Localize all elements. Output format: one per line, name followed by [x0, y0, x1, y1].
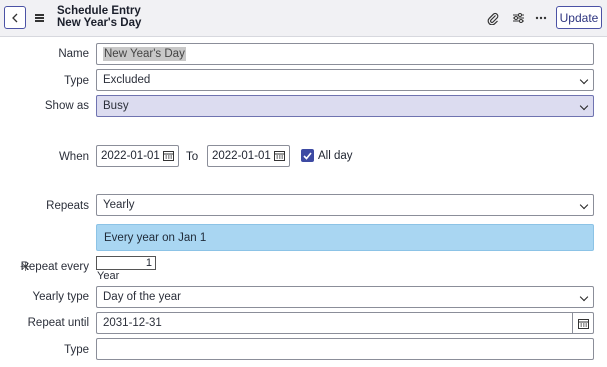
chevron-left-icon	[12, 13, 18, 22]
calendar-icon[interactable]	[274, 150, 285, 161]
title-text: Schedule Entry	[57, 5, 141, 17]
sliders-icon[interactable]	[509, 9, 527, 27]
when-from-value: 2022-01-01	[101, 150, 160, 162]
repeats-label: Repeats	[46, 200, 89, 212]
all-day-checkbox[interactable]	[301, 149, 314, 162]
repeat-every-label: Repeat every	[20, 261, 89, 273]
repeat-until-value: 2031-12-31	[103, 317, 162, 329]
subtitle-text: New Year's Day	[57, 17, 142, 29]
header-bar: Schedule Entry New Year's Day Update	[0, 0, 607, 37]
when-label: When	[58, 151, 89, 163]
name-value: New Year's Day	[103, 47, 186, 61]
show-as-label: Show as	[44, 100, 89, 112]
ellipsis-icon[interactable]	[532, 9, 550, 27]
calendar-icon	[578, 318, 589, 329]
type2-label: Type	[64, 344, 89, 356]
type-select[interactable]: Excluded	[96, 69, 594, 91]
repeats-select[interactable]: Yearly	[96, 194, 594, 216]
repeat-unit: Year	[97, 270, 120, 282]
back-button[interactable]	[4, 6, 26, 29]
calendar-icon[interactable]	[163, 150, 174, 161]
type-label: Type	[64, 75, 89, 87]
repeat-every-input[interactable]: 1	[96, 256, 156, 270]
name-input[interactable]: New Year's Day	[96, 43, 594, 65]
when-to-input[interactable]: 2022-01-01	[207, 145, 290, 167]
checkmark-icon	[303, 151, 312, 160]
repeat-until-input[interactable]: 2031-12-31	[96, 312, 594, 334]
when-to-value: 2022-01-01	[212, 150, 271, 162]
repeat-until-label: Repeat until	[27, 317, 89, 329]
yearly-type-select[interactable]: Day of the year	[96, 286, 594, 308]
show-as-select[interactable]: Busy	[96, 95, 594, 117]
update-button[interactable]: Update	[556, 6, 602, 29]
paperclip-icon[interactable]	[484, 9, 502, 27]
repeat-until-calendar-button[interactable]	[572, 312, 594, 334]
yearly-type-label: Yearly type	[32, 291, 89, 303]
all-day-label: All day	[318, 150, 353, 162]
to-label: To	[186, 151, 199, 163]
page-title: Schedule Entry New Year's Day	[57, 5, 141, 29]
when-from-input[interactable]: 2022-01-01	[96, 145, 179, 167]
recurrence-summary: Every year on Jan 1	[96, 224, 594, 251]
name-label: Name	[58, 48, 89, 60]
hamburger-icon[interactable]	[35, 14, 44, 22]
type2-input[interactable]	[96, 338, 594, 360]
